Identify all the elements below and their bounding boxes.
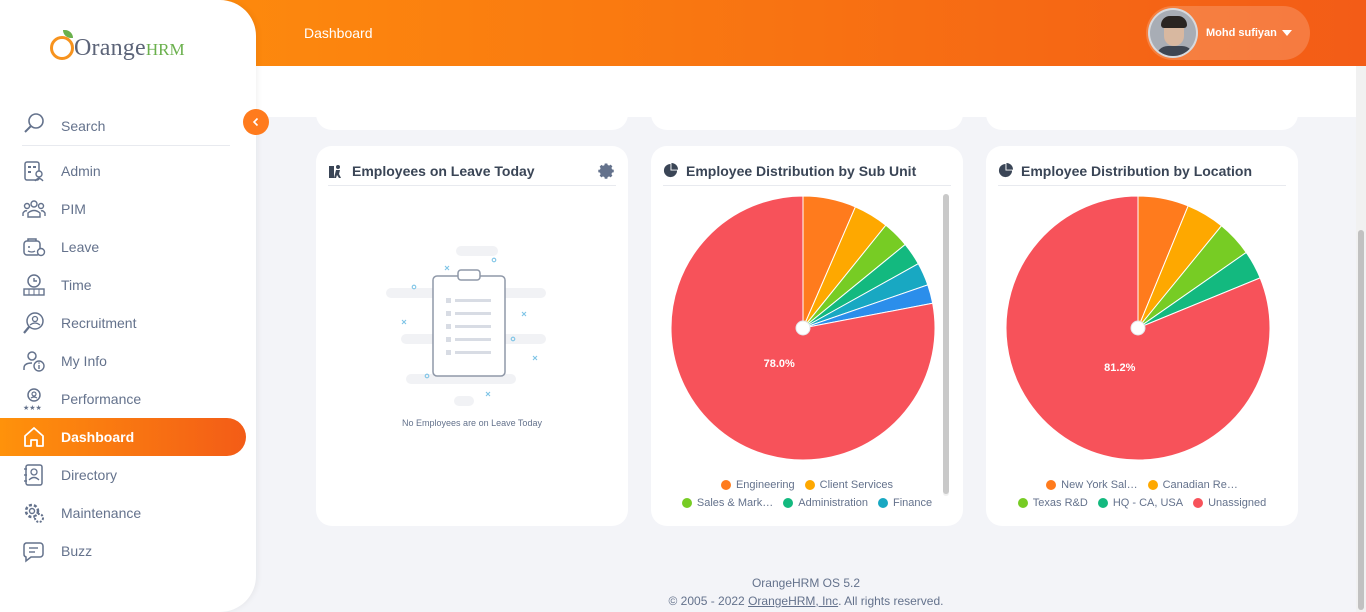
- performance-icon: ★★★: [22, 387, 46, 411]
- search-label: Search: [61, 117, 106, 134]
- location-pie-chart[interactable]: 81.2%: [1000, 190, 1276, 466]
- legend-item[interactable]: HQ - CA, USA: [1097, 497, 1183, 509]
- collapse-sidebar-button[interactable]: [243, 109, 269, 135]
- chevron-left-icon: [252, 117, 259, 127]
- pie-slice-label: 81.2%: [1104, 362, 1135, 374]
- sidebar-item-label: Recruitment: [61, 315, 137, 331]
- orange-logo-icon: [50, 30, 74, 60]
- page-title: Dashboard: [304, 25, 373, 41]
- sidebar-item-time[interactable]: Time: [0, 266, 256, 304]
- sidebar-item-label: Maintenance: [61, 505, 142, 521]
- card-header: Employees on Leave Today: [328, 156, 616, 186]
- version-text: OrangeHRM OS 5.2: [751, 576, 861, 590]
- subunit-pie-chart[interactable]: 78.0%: [665, 190, 941, 466]
- main-menu: Admin PIM Leave Time Recruitment My Info…: [0, 152, 256, 570]
- subunit-widget: Employee Distribution by Sub Unit 78.0% …: [651, 146, 963, 526]
- legend-item[interactable]: Canadian Re…: [1147, 479, 1238, 491]
- sidebar-item-pim[interactable]: PIM: [0, 190, 256, 228]
- page-scrollbar[interactable]: [1356, 66, 1366, 612]
- copyright-text: © 2005 - 2022 OrangeHRM, Inc. All rights…: [668, 594, 944, 608]
- sidebar-item-label: Admin: [61, 163, 101, 179]
- pim-icon: [22, 197, 46, 221]
- location-widget: Employee Distribution by Location 81.2% …: [986, 146, 1298, 526]
- pie-center-dot: [1130, 320, 1146, 336]
- directory-icon: [22, 463, 46, 487]
- buzz-icon: [22, 539, 46, 563]
- card-header: Employee Distribution by Location: [998, 156, 1286, 186]
- brand-name-part2: HRM: [145, 40, 185, 59]
- topbar-subnav: [256, 66, 1356, 117]
- page-scrollbar-thumb[interactable]: [1358, 230, 1364, 610]
- my-info-icon: [22, 349, 46, 373]
- sidebar-search[interactable]: Search: [22, 106, 230, 146]
- sidebar-item-admin[interactable]: Admin: [0, 152, 256, 190]
- time-icon: [22, 273, 46, 297]
- legend-item[interactable]: Engineering: [720, 479, 795, 491]
- sidebar-item-leave[interactable]: Leave: [0, 228, 256, 266]
- pie-chart-icon: [998, 163, 1013, 178]
- legend-item[interactable]: New York Sal…: [1046, 479, 1138, 491]
- sidebar-item-label: Time: [61, 277, 92, 293]
- avatar: [1148, 8, 1198, 58]
- sidebar-item-label: Buzz: [61, 543, 93, 559]
- home-icon: [22, 425, 46, 449]
- sidebar-item-label: My Info: [61, 353, 107, 369]
- legend-item[interactable]: Sales & Mark…: [681, 497, 773, 509]
- card-title: Employee Distribution by Sub Unit: [686, 162, 917, 179]
- sidebar-item-dashboard[interactable]: Dashboard: [0, 418, 246, 456]
- caret-down-icon: [1281, 30, 1292, 36]
- sidebar-item-label: PIM: [61, 201, 86, 217]
- brand-logo[interactable]: Orange HRM: [50, 30, 185, 64]
- legend-item[interactable]: Unassigned: [1193, 497, 1266, 509]
- pie-center-dot: [795, 320, 811, 336]
- sidebar-item-maintenance[interactable]: Maintenance: [0, 494, 256, 532]
- chart-scrollbar[interactable]: [943, 194, 949, 496]
- empty-message: No Employees are on Leave Today: [402, 418, 542, 428]
- card-stub: [986, 112, 1298, 130]
- card-header: Employee Distribution by Sub Unit: [663, 156, 951, 186]
- leave-icon: [22, 235, 46, 259]
- maintenance-icon: [22, 501, 46, 525]
- pie-slice-label: 78.0%: [764, 358, 795, 370]
- legend-item[interactable]: Client Services: [804, 479, 893, 491]
- sidebar-item-directory[interactable]: Directory: [0, 456, 256, 494]
- leave-person-icon: [329, 164, 341, 178]
- admin-icon: [22, 159, 46, 183]
- chart-legend: Engineering Client Services Sales & Mark…: [651, 476, 963, 512]
- legend-item[interactable]: Finance: [877, 497, 932, 509]
- footer: OrangeHRM OS 5.2 © 2005 - 2022 OrangeHRM…: [256, 574, 1356, 610]
- card-title: Employees on Leave Today: [352, 162, 535, 179]
- gear-icon[interactable]: [598, 162, 616, 185]
- sidebar-item-performance[interactable]: ★★★ Performance: [0, 380, 256, 418]
- chart-scrollbar-thumb[interactable]: [943, 194, 949, 494]
- sidebar-item-label: Performance: [61, 391, 142, 407]
- empty-clipboard-illustration: [376, 244, 566, 414]
- user-dropdown[interactable]: Mohd sufiyan: [1146, 6, 1310, 60]
- recruitment-icon: [22, 311, 46, 335]
- sidebar-item-label: Directory: [61, 467, 118, 483]
- card-stub: [651, 112, 963, 130]
- pie-chart-icon: [663, 163, 678, 178]
- card-title: Employee Distribution by Location: [1021, 162, 1253, 179]
- orangehrm-link[interactable]: OrangeHRM, Inc: [748, 594, 838, 608]
- search-icon: [22, 111, 46, 140]
- sidebar-item-label: Leave: [61, 239, 100, 255]
- svg-text:★★★: ★★★: [23, 404, 42, 411]
- sidebar-item-label: Dashboard: [61, 429, 135, 445]
- legend-item[interactable]: Texas R&D: [1017, 497, 1088, 509]
- sidebar-item-recruitment[interactable]: Recruitment: [0, 304, 256, 342]
- sidebar: Orange HRM Search Admin PIM Leave Time R…: [0, 0, 256, 612]
- user-name: Mohd sufiyan: [1206, 27, 1277, 39]
- legend-item[interactable]: Administration: [783, 497, 868, 509]
- sidebar-item-buzz[interactable]: Buzz: [0, 532, 256, 570]
- chart-legend: New York Sal… Canadian Re… Texas R&D HQ …: [986, 476, 1298, 512]
- card-stub: [316, 112, 628, 130]
- brand-name-part1: Orange: [74, 34, 146, 61]
- leave-widget: Employees on Leave Today No Employees ar…: [316, 146, 628, 526]
- sidebar-item-my-info[interactable]: My Info: [0, 342, 256, 380]
